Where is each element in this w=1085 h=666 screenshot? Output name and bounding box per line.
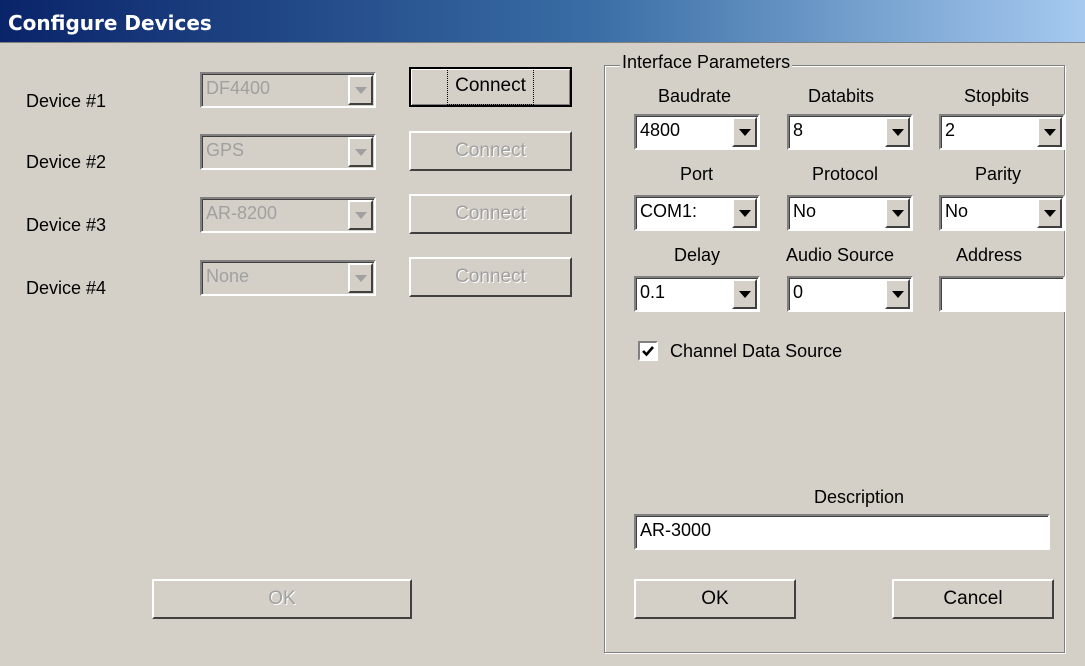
chevron-down-icon[interactable] [885, 198, 910, 228]
protocol-label: Protocol [812, 164, 879, 184]
device-2-value: GPS [206, 140, 245, 160]
ok-button[interactable]: OK [634, 579, 796, 619]
chevron-down-icon[interactable] [1037, 117, 1062, 147]
chevron-down-icon[interactable] [885, 279, 910, 309]
audio-source-label: Audio Source [786, 245, 895, 265]
device-2-label: Device #2 [26, 152, 107, 172]
checkmark-icon [642, 346, 654, 357]
device-3-connect-button[interactable]: Connect [409, 194, 572, 234]
chevron-down-icon[interactable] [348, 75, 373, 105]
protocol-select[interactable]: No [787, 195, 913, 231]
device-1-label: Device #1 [26, 91, 107, 111]
protocol-value: No [793, 201, 817, 221]
delay-select[interactable]: 0.1 [634, 276, 760, 312]
chevron-down-icon[interactable] [348, 263, 373, 293]
device-3-label: Device #3 [26, 215, 107, 235]
port-select[interactable]: COM1: [634, 195, 760, 231]
baudrate-label: Baudrate [658, 86, 732, 106]
chevron-down-icon[interactable] [732, 117, 757, 147]
stopbits-value: 2 [945, 120, 956, 140]
chevron-down-icon[interactable] [1037, 198, 1062, 228]
left-ok-label: OK [268, 588, 296, 609]
device-2-connect-label: Connect [455, 140, 526, 161]
chevron-down-icon[interactable] [885, 117, 910, 147]
chevron-down-icon[interactable] [348, 200, 373, 230]
parity-value: No [945, 201, 969, 221]
databits-value: 8 [793, 120, 804, 140]
device-3-connect-label: Connect [455, 203, 526, 224]
device-4-connect-button[interactable]: Connect [409, 257, 572, 297]
interface-parameters-legend: Interface Parameters [620, 52, 793, 73]
device-3-value: AR-8200 [206, 203, 278, 223]
port-label: Port [680, 164, 714, 184]
device-4-select[interactable]: None [200, 260, 376, 296]
parity-label: Parity [975, 164, 1022, 184]
device-4-connect-label: Connect [455, 266, 526, 287]
chevron-down-icon[interactable] [732, 198, 757, 228]
stopbits-label: Stopbits [964, 86, 1030, 106]
address-label: Address [956, 245, 1023, 265]
ok-label: OK [701, 588, 729, 609]
device-3-select[interactable]: AR-8200 [200, 197, 376, 233]
description-label: Description [814, 487, 905, 507]
delay-label: Delay [674, 245, 721, 265]
device-1-value: DF4400 [206, 78, 271, 98]
device-4-label: Device #4 [26, 278, 107, 298]
channel-data-source-label: Channel Data Source [670, 341, 843, 361]
description-value: AR-3000 [640, 520, 712, 540]
device-2-select[interactable]: GPS [200, 134, 376, 170]
chevron-down-icon[interactable] [732, 279, 757, 309]
address-input[interactable] [939, 276, 1065, 312]
baudrate-value: 4800 [640, 120, 681, 140]
description-input[interactable]: AR-3000 [634, 514, 1050, 550]
window-title: Configure Devices [8, 11, 212, 35]
cancel-label: Cancel [943, 588, 1003, 609]
port-value: COM1: [640, 201, 698, 221]
databits-label: Databits [808, 86, 875, 106]
audio-source-value: 0 [793, 282, 804, 302]
databits-select[interactable]: 8 [787, 114, 913, 150]
delay-value: 0.1 [640, 282, 666, 302]
device-1-select[interactable]: DF4400 [200, 72, 376, 108]
device-1-connect-button[interactable]: Connect [409, 67, 572, 107]
cancel-button[interactable]: Cancel [892, 579, 1054, 619]
audio-source-select[interactable]: 0 [787, 276, 913, 312]
stopbits-select[interactable]: 2 [939, 114, 1065, 150]
chevron-down-icon[interactable] [348, 137, 373, 167]
baudrate-select[interactable]: 4800 [634, 114, 760, 150]
device-2-connect-button[interactable]: Connect [409, 131, 572, 171]
device-1-connect-label: Connect [447, 67, 534, 105]
device-4-value: None [206, 266, 250, 286]
left-ok-button[interactable]: OK [152, 579, 412, 619]
parity-select[interactable]: No [939, 195, 1065, 231]
title-bar[interactable]: Configure Devices [0, 0, 1085, 43]
channel-data-source-checkbox[interactable] [638, 341, 658, 361]
